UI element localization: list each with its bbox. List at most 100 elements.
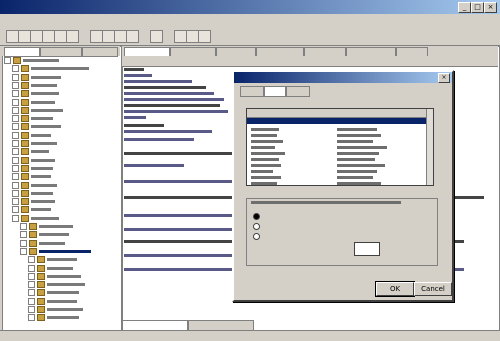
expand-icon[interactable] [12, 164, 19, 172]
expand-icon[interactable] [12, 123, 19, 131]
tree-node[interactable] [20, 231, 69, 239]
expand-icon[interactable] [12, 173, 19, 181]
dialog-option-radio-1[interactable] [253, 213, 260, 220]
expand-icon[interactable] [12, 181, 19, 189]
expand-icon[interactable] [28, 264, 35, 272]
tree-node[interactable] [20, 223, 73, 230]
tree-node[interactable] [28, 281, 85, 289]
tree-node[interactable] [28, 272, 81, 280]
folder-icon [21, 65, 29, 73]
tree-node[interactable] [12, 65, 89, 73]
expand-icon[interactable] [12, 131, 19, 139]
expand-icon[interactable] [12, 81, 19, 89]
folder-icon [21, 90, 29, 98]
run-icon[interactable] [150, 30, 163, 43]
dialog-input-field[interactable] [354, 242, 380, 256]
tree-node[interactable] [12, 189, 53, 197]
folder-icon [21, 81, 29, 89]
dialog-option-radio-2[interactable] [253, 223, 260, 230]
tree-node-label [39, 241, 65, 245]
dialog-close-button[interactable]: × [438, 73, 450, 83]
dialog-list-scrollbar[interactable] [426, 109, 433, 185]
expand-icon[interactable] [12, 90, 19, 98]
list-item[interactable] [247, 180, 427, 185]
expand-icon[interactable] [28, 297, 35, 305]
tree-node[interactable] [12, 214, 59, 222]
expand-icon[interactable] [12, 148, 19, 156]
tree-node[interactable] [12, 73, 61, 81]
tree-node[interactable] [12, 140, 57, 147]
project-tree[interactable] [4, 57, 118, 327]
tree-node-label [47, 258, 77, 262]
list-item-value [337, 152, 379, 155]
expand-icon[interactable] [12, 65, 19, 73]
tree-node[interactable] [28, 297, 77, 305]
tree-node[interactable] [12, 156, 55, 164]
dialog-option-radio-3[interactable] [253, 233, 260, 240]
maximize-button[interactable]: □ [471, 2, 484, 13]
expand-icon[interactable] [28, 306, 35, 313]
folder-icon [37, 289, 45, 297]
tree-node[interactable] [4, 57, 59, 64]
expand-icon[interactable] [12, 214, 19, 222]
expand-icon[interactable] [12, 198, 19, 206]
tree-node[interactable] [28, 314, 79, 322]
tree-node[interactable] [12, 90, 59, 98]
cancel-button[interactable]: Cancel [414, 282, 452, 296]
dialog-list[interactable] [246, 108, 434, 186]
expand-icon[interactable] [12, 156, 19, 164]
expand-icon[interactable] [12, 98, 19, 106]
tree-node[interactable] [28, 289, 79, 297]
expand-icon[interactable] [20, 231, 27, 239]
expand-icon[interactable] [28, 281, 35, 289]
folder-icon [21, 214, 29, 222]
close-button[interactable]: × [484, 2, 497, 13]
tree-node[interactable] [28, 264, 73, 272]
tree-node[interactable] [28, 306, 83, 313]
expand-icon[interactable] [20, 223, 27, 230]
expand-icon[interactable] [28, 314, 35, 322]
explorer-tab-2[interactable] [40, 47, 82, 57]
tree-node[interactable] [12, 148, 49, 156]
tree-node-label [39, 233, 69, 237]
expand-icon[interactable] [28, 256, 35, 264]
tree-node[interactable] [12, 81, 57, 89]
expand-icon[interactable] [4, 57, 11, 64]
dialog-list-selected-row[interactable] [247, 118, 427, 124]
dialog-tab-3[interactable] [286, 86, 310, 97]
expand-icon[interactable] [28, 289, 35, 297]
tree-node[interactable] [12, 115, 53, 123]
tree-node[interactable] [12, 164, 53, 172]
expand-icon[interactable] [20, 247, 27, 255]
find-icon[interactable] [126, 30, 139, 43]
tree-node[interactable] [12, 181, 57, 189]
expand-icon[interactable] [12, 140, 19, 147]
tree-node[interactable] [12, 123, 61, 131]
tree-node[interactable] [12, 206, 51, 214]
tree-node[interactable] [12, 98, 55, 106]
explorer-tab-3[interactable] [82, 47, 118, 57]
tree-node[interactable] [12, 131, 51, 139]
dialog-tab-1[interactable] [240, 86, 264, 97]
ok-button[interactable]: OK [375, 281, 415, 297]
expand-icon[interactable] [12, 189, 19, 197]
tree-node[interactable] [12, 198, 55, 206]
expand-icon[interactable] [12, 73, 19, 81]
code-line [124, 92, 214, 95]
tree-node[interactable] [20, 239, 65, 247]
dialog-tab-2[interactable] [264, 86, 286, 97]
expand-icon[interactable] [12, 106, 19, 114]
expand-icon[interactable] [20, 239, 27, 247]
expand-icon[interactable] [12, 115, 19, 123]
minimize-button[interactable]: _ [458, 2, 471, 13]
copy-icon[interactable] [66, 30, 79, 43]
explorer-tab-1[interactable] [4, 47, 40, 57]
tree-node[interactable] [12, 173, 51, 181]
tree-node[interactable] [28, 256, 77, 264]
options-icon[interactable] [198, 30, 211, 43]
expand-icon[interactable] [12, 206, 19, 214]
expand-icon[interactable] [28, 272, 35, 280]
tree-node[interactable] [20, 247, 91, 255]
folder-icon [21, 98, 29, 106]
tree-node[interactable] [12, 106, 63, 114]
